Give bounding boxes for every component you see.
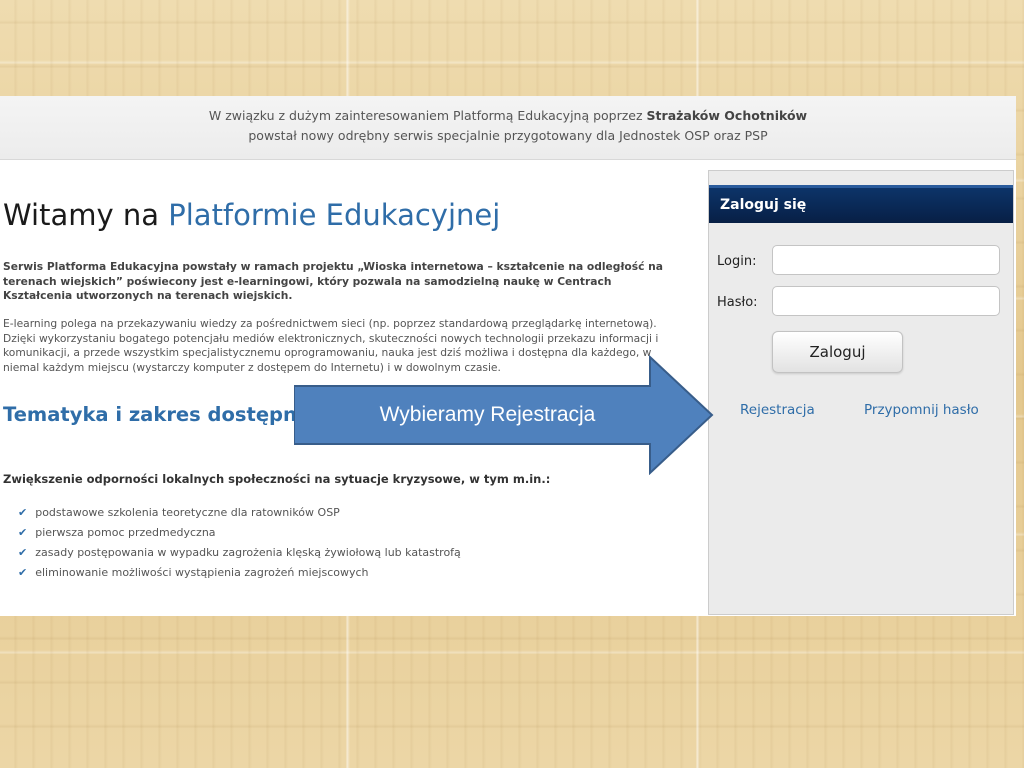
register-link[interactable]: Rejestracja: [740, 402, 815, 418]
callout-text: Wybieramy Rejestracja: [379, 403, 596, 426]
page-title-prefix: Witamy na: [3, 198, 169, 232]
checkmark-icon: ✔: [18, 546, 28, 559]
page-title: Witamy na Platformie Edukacyjnej: [3, 198, 500, 232]
login-label: Login:: [717, 254, 757, 269]
checkmark-icon: ✔: [18, 526, 28, 539]
list-item: ✔ pierwsza pomoc przedmedyczna: [18, 523, 461, 543]
info-banner: W związku z dużym zainteresowaniem Platf…: [0, 96, 1016, 160]
login-input[interactable]: [772, 245, 1000, 275]
list-item-text: eliminowanie możliwości wystąpienia zagr…: [35, 566, 369, 579]
login-panel-header: Zaloguj się: [709, 185, 1013, 223]
banner-line-2: powstał nowy odrębny serwis specjalnie p…: [248, 128, 768, 143]
password-input[interactable]: [772, 286, 1000, 316]
checkmark-icon: ✔: [18, 566, 28, 579]
banner-line-1: W związku z dużym zainteresowaniem Platf…: [0, 106, 1016, 126]
list-item-text: zasady postępowania w wypadku zagrożenia…: [35, 546, 461, 559]
login-panel: Zaloguj się Login: Hasło: Zaloguj Rejest…: [708, 170, 1014, 615]
checkmark-icon: ✔: [18, 506, 28, 519]
list-item-text: podstawowe szkolenia teoretyczne dla rat…: [35, 506, 340, 519]
remind-password-link[interactable]: Przypomnij hasło: [864, 402, 979, 418]
intro-bold-paragraph: Serwis Platforma Edukacyjna powstały w r…: [3, 260, 664, 302]
list-item: ✔ zasady postępowania w wypadku zagrożeni…: [18, 543, 461, 563]
topic-list: ✔ podstawowe szkolenia teoretyczne dla ra…: [18, 503, 461, 583]
password-label: Hasło:: [717, 295, 758, 310]
banner-line-1-text: W związku z dużym zainteresowaniem Platf…: [208, 108, 647, 123]
callout-arrow: Wybieramy Rejestracja: [293, 354, 716, 476]
list-item: ✔ eliminowanie możliwości wystąpienia zag…: [18, 563, 461, 583]
list-item-text: pierwsza pomoc przedmedyczna: [35, 526, 216, 539]
login-button[interactable]: Zaloguj: [772, 331, 903, 373]
list-item: ✔ podstawowe szkolenia teoretyczne dla ra…: [18, 503, 461, 523]
banner-highlight: Strażaków Ochotników: [646, 108, 808, 123]
page-title-highlight: Platformie Edukacyjnej: [168, 198, 501, 232]
